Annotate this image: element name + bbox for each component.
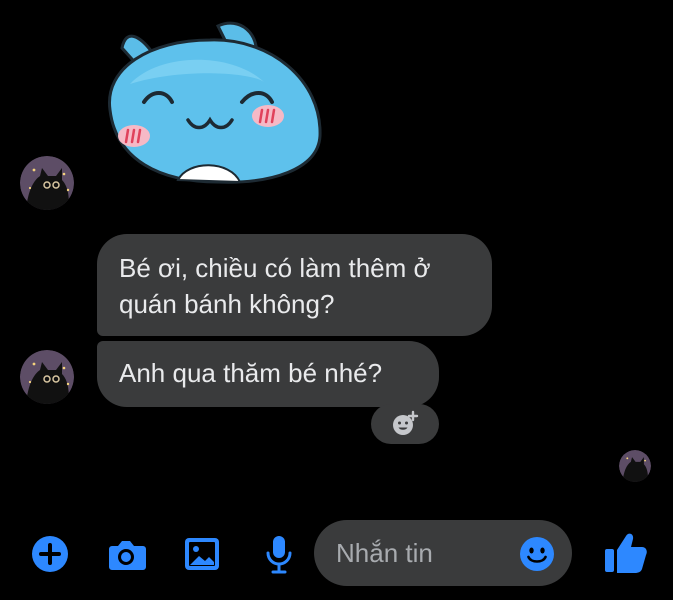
like-button[interactable] [600,528,650,578]
add-reaction-button[interactable] [371,404,439,444]
message-text-line: quán bánh không? [119,289,335,319]
seen-avatar [619,450,651,482]
message-text: Anh qua thăm bé nhé? [119,358,383,388]
message-input-placeholder: Nhắn tin [336,538,433,568]
gallery-button[interactable] [180,532,224,576]
message-bubble[interactable]: Bé ơi, chiều có làm thêm ở quán bánh khô… [97,234,492,336]
microphone-icon [266,536,292,574]
plus-icon [32,536,68,572]
add-reaction-icon [393,410,419,435]
message-input[interactable]: Nhắn tin [314,520,572,586]
contact-avatar[interactable] [20,350,74,404]
camera-icon [109,541,146,570]
message-bubble[interactable]: Anh qua thăm bé nhé? [97,341,439,407]
emoji-icon [520,537,554,571]
image-icon [185,538,219,570]
plus-button[interactable] [28,532,72,576]
camera-button[interactable] [104,532,148,576]
contact-avatar[interactable] [20,156,74,210]
thumbs-up-icon [605,533,647,573]
emoji-button[interactable] [518,535,556,573]
blue-cat-sticker[interactable] [100,10,330,190]
message-text-line: Bé ơi, chiều có làm thêm ở [119,253,431,283]
voice-button[interactable] [257,532,301,576]
